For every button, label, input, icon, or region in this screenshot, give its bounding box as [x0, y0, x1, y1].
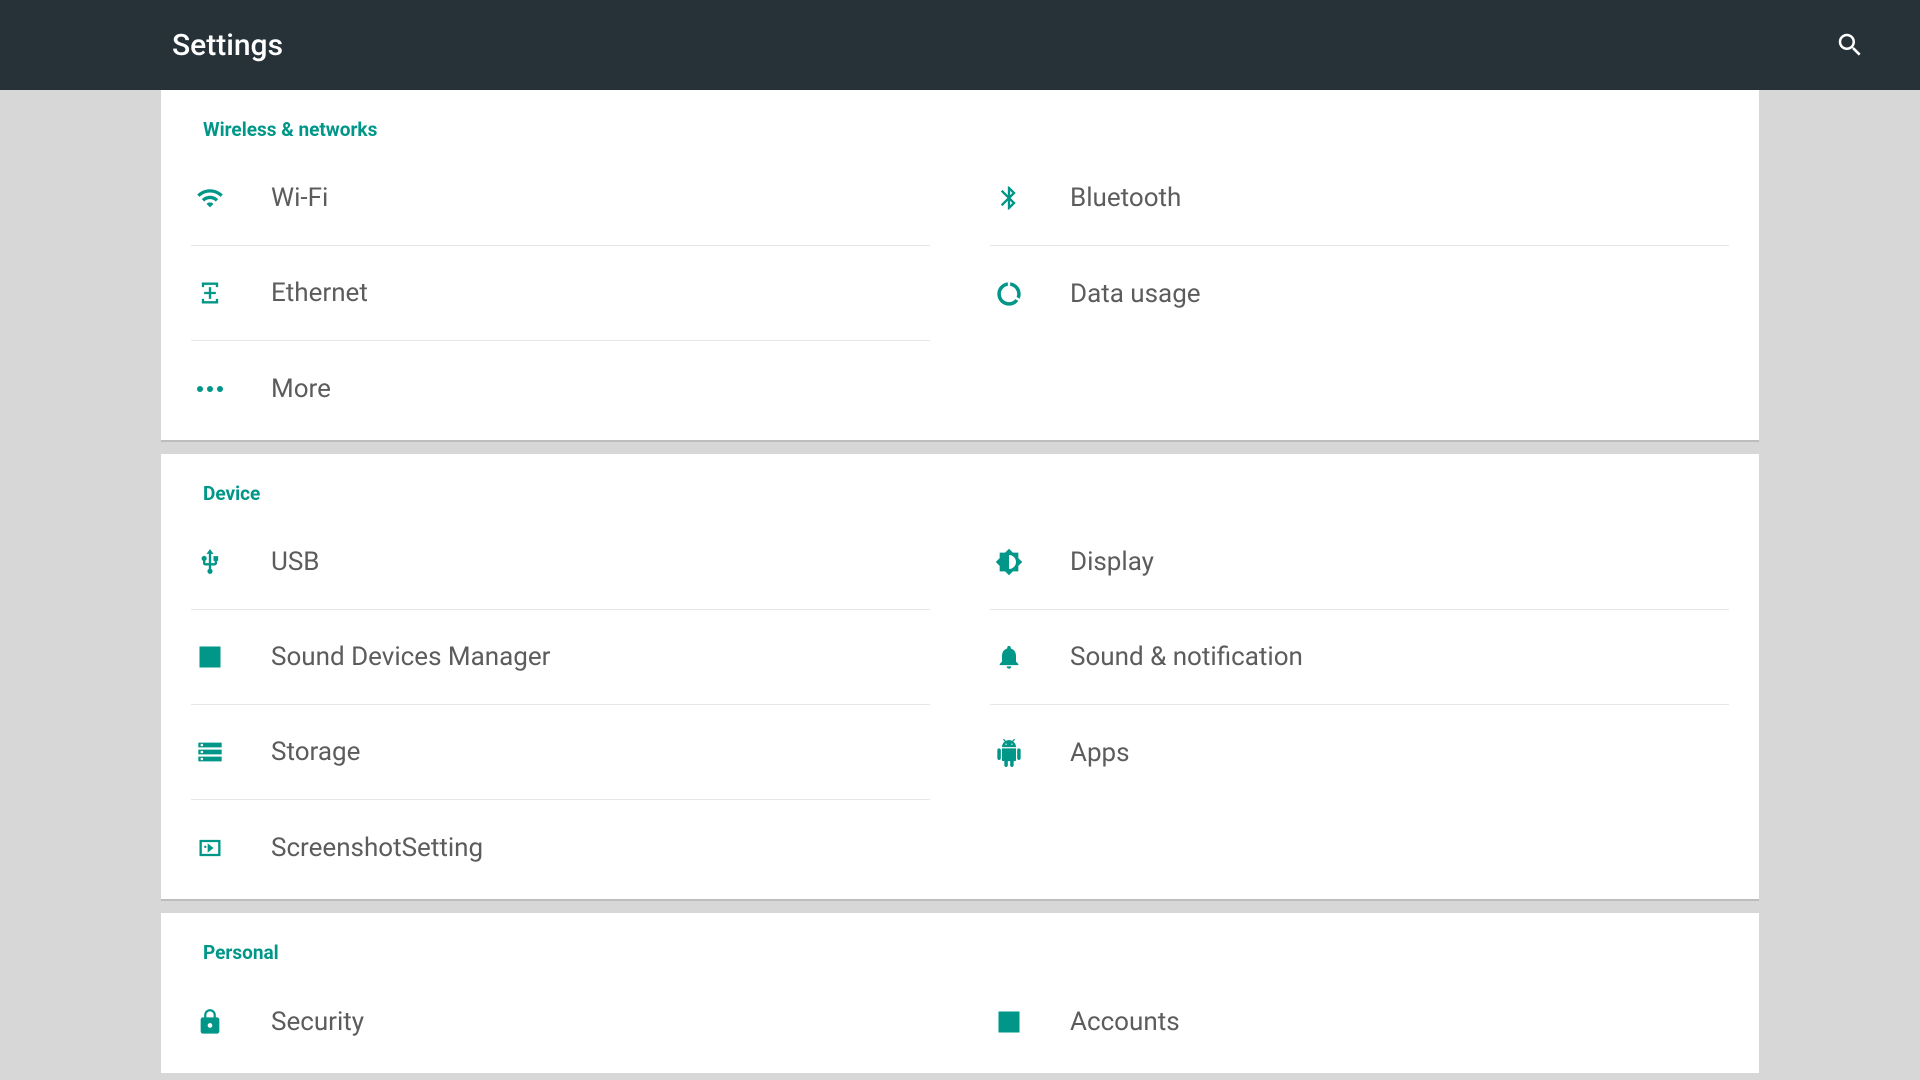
usb-icon — [195, 547, 225, 577]
setting-sound-notification[interactable]: Sound & notification — [990, 610, 1729, 705]
setting-data-usage[interactable]: Data usage — [990, 246, 1729, 341]
setting-label: Sound Devices Manager — [271, 642, 550, 672]
setting-label: Ethernet — [271, 278, 368, 308]
bluetooth-icon — [994, 183, 1024, 213]
setting-label: Sound & notification — [1070, 642, 1303, 672]
section-header-device: Device — [161, 454, 1759, 515]
setting-label: Storage — [271, 737, 360, 767]
data-usage-icon — [994, 279, 1024, 309]
section-wireless: Wireless & networks Wi-Fi Ethernet More — [161, 90, 1759, 442]
display-icon — [994, 547, 1024, 577]
setting-label: Security — [271, 1007, 364, 1037]
setting-ethernet[interactable]: Ethernet — [191, 246, 930, 341]
more-icon — [195, 374, 225, 404]
settings-content: Wireless & networks Wi-Fi Ethernet More — [0, 90, 1920, 1080]
setting-usb[interactable]: USB — [191, 515, 930, 610]
appbar: Settings — [0, 0, 1920, 90]
setting-apps[interactable]: Apps — [990, 705, 1729, 800]
equalizer-icon — [195, 642, 225, 672]
setting-storage[interactable]: Storage — [191, 705, 930, 800]
apps-icon — [994, 738, 1024, 768]
setting-security[interactable]: Security — [191, 974, 930, 1069]
setting-accounts[interactable]: Accounts — [990, 974, 1729, 1069]
setting-bluetooth[interactable]: Bluetooth — [990, 151, 1729, 246]
setting-label: Apps — [1070, 738, 1130, 768]
setting-label: Display — [1070, 547, 1154, 577]
ethernet-icon — [195, 278, 225, 308]
section-personal: Personal Security Accounts — [161, 913, 1759, 1073]
lock-icon — [195, 1007, 225, 1037]
setting-wifi[interactable]: Wi-Fi — [191, 151, 930, 246]
setting-screenshot[interactable]: ScreenshotSetting — [191, 800, 930, 895]
setting-sound-devices[interactable]: Sound Devices Manager — [191, 610, 930, 705]
search-button[interactable] — [1830, 25, 1870, 65]
storage-icon — [195, 737, 225, 767]
wifi-icon — [195, 183, 225, 213]
setting-label: ScreenshotSetting — [271, 833, 483, 863]
setting-label: Wi-Fi — [271, 183, 328, 213]
account-icon — [994, 1007, 1024, 1037]
setting-label: Data usage — [1070, 279, 1201, 309]
setting-label: USB — [271, 547, 320, 577]
section-device: Device USB Sound Devices Manager Storage — [161, 454, 1759, 901]
bell-icon — [994, 642, 1024, 672]
section-header-personal: Personal — [161, 913, 1759, 974]
setting-more[interactable]: More — [191, 341, 930, 436]
page-title: Settings — [172, 28, 1830, 63]
setting-label: More — [271, 374, 331, 404]
search-icon — [1835, 30, 1865, 60]
setting-label: Accounts — [1070, 1007, 1180, 1037]
section-header-wireless: Wireless & networks — [161, 90, 1759, 151]
setting-label: Bluetooth — [1070, 183, 1181, 213]
screenshot-icon — [195, 833, 225, 863]
setting-display[interactable]: Display — [990, 515, 1729, 610]
